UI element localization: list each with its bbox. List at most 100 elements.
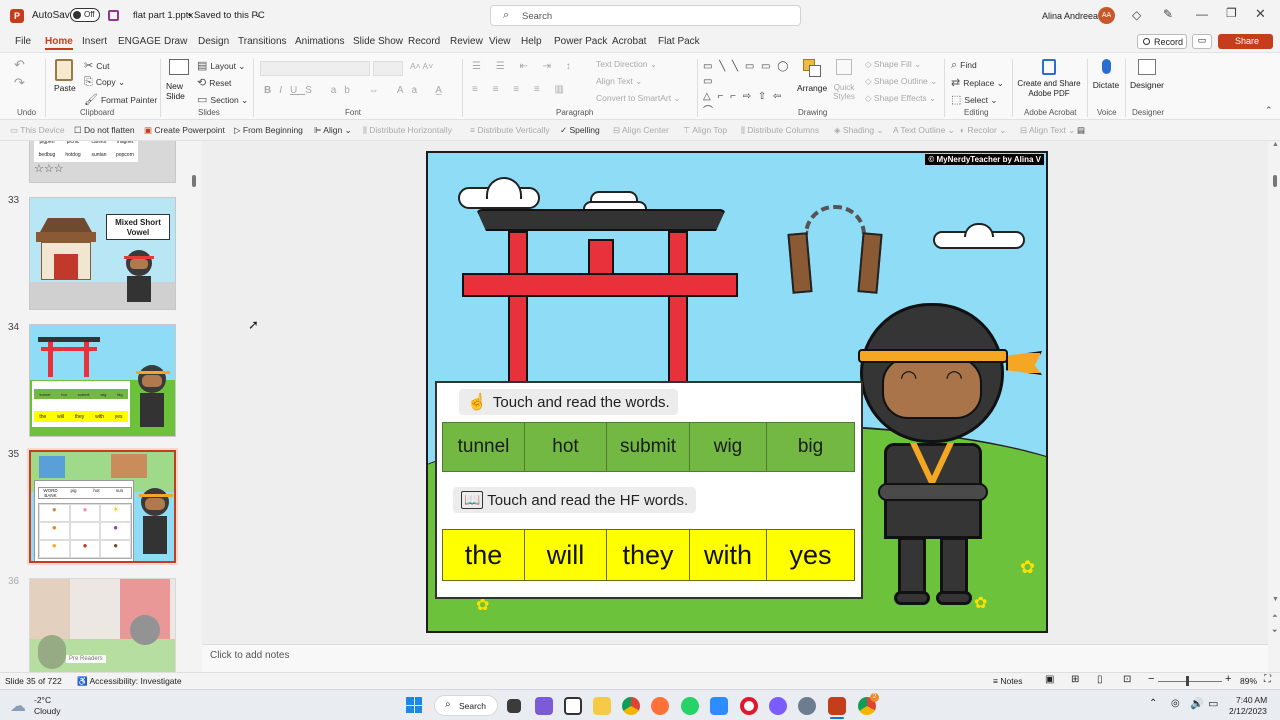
minimize-icon[interactable]: — bbox=[1196, 7, 1208, 21]
clock-time[interactable]: 7:40 AM bbox=[1236, 695, 1267, 705]
accessibility-status[interactable]: ♿ Accessibility: Investigate bbox=[77, 676, 182, 687]
diamond-icon[interactable]: ◇ bbox=[1132, 8, 1141, 22]
tab-insert[interactable]: Insert bbox=[82, 36, 107, 47]
zoom-in-icon[interactable]: + bbox=[1225, 673, 1231, 685]
layout-button[interactable]: ▤ Layout ⌄ bbox=[197, 59, 245, 72]
slideshow-icon[interactable]: ⊡ bbox=[1123, 674, 1131, 685]
hf-word-card[interactable]: yes bbox=[767, 530, 854, 580]
messenger-icon[interactable] bbox=[769, 697, 787, 715]
comments-icon[interactable]: ▭ bbox=[1192, 34, 1212, 49]
shape-fill-button[interactable]: ◇ Shape Fill ⌄ bbox=[865, 59, 921, 70]
battery-icon[interactable]: ▭ bbox=[1208, 697, 1218, 710]
slide-canvas[interactable]: © MyNerdyTeacher by Alina V ◠◠ ✿ ✿ ✿ ☝ T… bbox=[426, 151, 1048, 633]
close-icon[interactable]: ✕ bbox=[1255, 6, 1266, 22]
word-card[interactable]: submit bbox=[607, 423, 690, 471]
thumbnail-scrollbar[interactable] bbox=[192, 175, 196, 187]
align-icons[interactable]: ≡ ≡ ≡ ≡ ▥ bbox=[472, 84, 570, 95]
qat-more-icon[interactable]: ▤ bbox=[1077, 125, 1085, 136]
qat-align-top[interactable]: ⊤ Align Top bbox=[683, 125, 727, 136]
file-explorer-icon[interactable] bbox=[593, 697, 611, 715]
tab-record[interactable]: Record bbox=[408, 36, 440, 47]
shape-effects-button[interactable]: ◇ Shape Effects ⌄ bbox=[865, 93, 936, 104]
font-family-dropdown[interactable] bbox=[260, 61, 370, 76]
hf-word-card[interactable]: will bbox=[525, 530, 607, 580]
paste-button[interactable]: Paste bbox=[53, 57, 76, 103]
tab-flat-pack[interactable]: Flat Pack bbox=[658, 36, 700, 47]
qat-recolor[interactable]: ◐ Recolor ⌄ bbox=[960, 125, 1006, 136]
text-direction-button[interactable]: Text Direction ⌄ bbox=[596, 59, 657, 70]
share-button[interactable]: Share bbox=[1218, 34, 1273, 49]
next-slide-icon[interactable]: ⏷ bbox=[1272, 628, 1278, 636]
avatar[interactable]: AA bbox=[1098, 7, 1115, 24]
qat-text-outline[interactable]: A Text Outline ⌄ bbox=[893, 125, 955, 136]
designer-button[interactable]: Designer bbox=[1128, 57, 1166, 105]
zoom-slider[interactable] bbox=[1158, 681, 1222, 682]
save-icon[interactable] bbox=[108, 10, 119, 21]
tray-chevron-icon[interactable]: ⌃ bbox=[1149, 698, 1157, 709]
search-box[interactable]: ⌕ Search bbox=[490, 5, 801, 26]
tab-home[interactable]: Home bbox=[45, 36, 73, 50]
firefox-icon[interactable] bbox=[651, 697, 669, 715]
tab-engage[interactable]: ENGAGE bbox=[118, 36, 161, 47]
qat-distribute-horizontally[interactable]: ⫼ Distribute Horizontally bbox=[363, 125, 452, 136]
tab-view[interactable]: View bbox=[489, 36, 511, 47]
find-button[interactable]: ⌕ Find bbox=[951, 59, 977, 72]
tab-slide-show[interactable]: Slide Show bbox=[353, 36, 403, 47]
tab-design[interactable]: Design bbox=[198, 36, 229, 47]
volume-icon[interactable]: 🔊 bbox=[1190, 697, 1204, 710]
convert-smartart-button[interactable]: Convert to SmartArt ⌄ bbox=[596, 93, 681, 104]
chat-icon[interactable] bbox=[535, 697, 553, 715]
powerpoint-taskbar-icon[interactable] bbox=[828, 697, 846, 715]
copy-button[interactable]: ⎘ Copy ⌄ bbox=[84, 76, 125, 89]
dictate-button[interactable]: Dictate bbox=[1092, 57, 1120, 105]
qat-distribute-columns[interactable]: ⫼ Distribute Columns bbox=[741, 125, 819, 136]
collapse-ribbon-icon[interactable]: ⌃ bbox=[1265, 105, 1273, 116]
scroll-up-icon[interactable]: ▲ bbox=[1272, 141, 1279, 148]
settings-icon[interactable] bbox=[798, 697, 816, 715]
arrange-button[interactable]: Arrange bbox=[797, 59, 827, 105]
select-button[interactable]: ⬚ Select ⌄ bbox=[951, 93, 998, 106]
slide-sorter-icon[interactable]: ⊞ bbox=[1071, 674, 1079, 685]
qat-do-not-flatten[interactable]: ☐ Do not flatten bbox=[74, 125, 135, 136]
tab-file[interactable]: File bbox=[15, 36, 31, 47]
quick-styles-button[interactable]: Quick Styles bbox=[830, 59, 860, 105]
qat-this-device[interactable]: ▭ This Device bbox=[10, 125, 65, 136]
normal-view-icon[interactable]: ▣ bbox=[1045, 674, 1054, 685]
font-format-icons[interactable]: BIUS ab ⇔ Aa A̲ bbox=[264, 85, 450, 96]
scroll-down-icon[interactable]: ▼ bbox=[1272, 596, 1279, 603]
qat-from-beginning[interactable]: ▷ From Beginning bbox=[234, 125, 303, 136]
autosave-toggle[interactable]: Off bbox=[70, 8, 100, 22]
shapes-gallery[interactable]: ▭ ╲ ╲ ▭ ▭ ◯ ▭△ ⌐ ⌐ ⇨ ⇧ ⇦ ⌒⌒ ⌒ ⌒ { } ☆ bbox=[703, 59, 793, 132]
grow-font-icon[interactable]: A˄ A˅ bbox=[410, 61, 433, 71]
tab-review[interactable]: Review bbox=[450, 36, 483, 47]
zoom-icon[interactable] bbox=[710, 697, 728, 715]
zoom-slider-thumb[interactable] bbox=[1186, 676, 1189, 686]
taskbar-search[interactable]: ⌕ Search bbox=[434, 695, 498, 716]
hf-word-card[interactable]: with bbox=[690, 530, 767, 580]
zoom-out-icon[interactable]: − bbox=[1148, 673, 1154, 685]
opera-icon[interactable] bbox=[740, 697, 758, 715]
tab-help[interactable]: Help bbox=[521, 36, 542, 47]
tab-power-pack[interactable]: Power Pack bbox=[554, 36, 607, 47]
reading-view-icon[interactable]: ▯ bbox=[1097, 674, 1103, 685]
word-card[interactable]: big bbox=[767, 423, 854, 471]
align-text-button[interactable]: Align Text ⌄ bbox=[596, 76, 642, 87]
cut-button[interactable]: ✂ Cut bbox=[84, 59, 109, 72]
network-icon[interactable]: ◎ bbox=[1171, 698, 1180, 709]
create-share-pdf-button[interactable]: Create and Share Adobe PDF bbox=[1016, 57, 1082, 105]
section-button[interactable]: ▭ Section ⌄ bbox=[197, 93, 248, 106]
list-icons[interactable]: ☰ ☰ ⇤ ⇥ ↕ bbox=[472, 61, 577, 72]
prev-slide-icon[interactable]: ⏶ bbox=[1272, 613, 1278, 621]
replace-button[interactable]: ⇄ Replace ⌄ bbox=[951, 76, 1004, 89]
fit-slide-icon[interactable]: ⛶ bbox=[1264, 674, 1271, 685]
new-slide-button[interactable]: New Slide bbox=[166, 57, 192, 103]
slide-thumbnail-34[interactable]: tunnel hot submit wig big the will they with yes bbox=[29, 324, 176, 437]
chrome-icon[interactable] bbox=[622, 697, 640, 715]
zoom-level[interactable]: 89% bbox=[1240, 676, 1257, 686]
restore-icon[interactable]: ❐ bbox=[1226, 6, 1237, 20]
task-view-icon[interactable] bbox=[507, 699, 521, 713]
chevron-down-icon[interactable]: ⌄ bbox=[254, 9, 262, 20]
app-icon[interactable] bbox=[564, 697, 582, 715]
undo-icon[interactable]: ↶ bbox=[14, 57, 25, 73]
font-size-dropdown[interactable] bbox=[373, 61, 403, 76]
